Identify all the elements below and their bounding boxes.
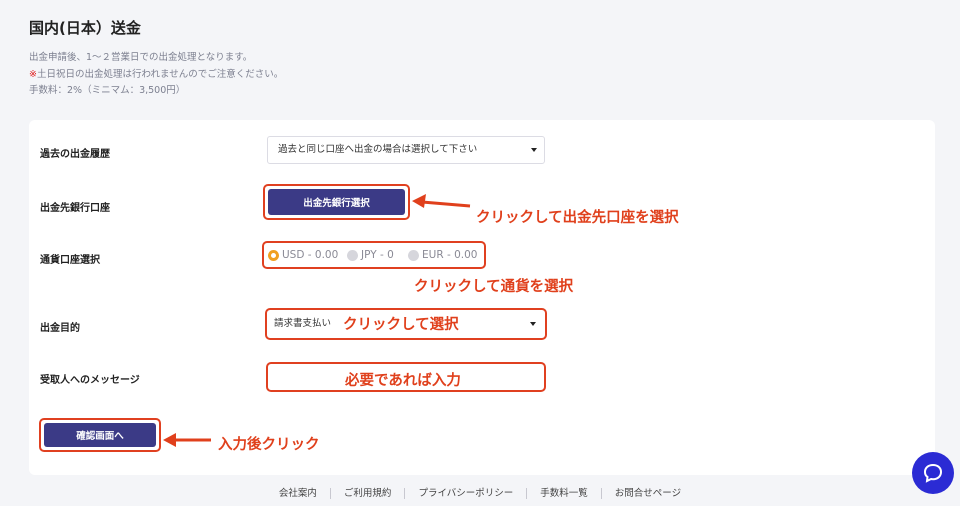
withdraw-form-card [29,120,935,475]
message-label: 受取人へのメッセージ [40,375,140,386]
note-processing-time: 出金申請後、1〜２営業日での出金処理となります。 [29,52,253,63]
purpose-annotation: クリックして選択 [343,317,459,333]
history-label: 過去の出金履歴 [40,149,110,160]
currency-option-eur[interactable]: EUR - 0.00 [408,249,477,261]
footer-link-company[interactable]: 会社案内 [266,488,330,499]
footer-links: 会社案内 ご利用規約 プライバシーポリシー 手数料一覧 お問合せページ [0,488,960,499]
message-annotation: 必要であれば入力 [345,373,461,389]
purpose-label: 出金目的 [40,323,80,334]
footer-link-privacy[interactable]: プライバシーポリシー [404,488,526,499]
select-bank-button[interactable]: 出金先銀行選択 [268,189,405,215]
note-holiday: ※土日祝日の出金処理は行われませんのでご注意ください。 [29,67,283,84]
confirm-button[interactable]: 確認画面へ [44,423,156,447]
note-holiday-text: 土日祝日の出金処理は行われませんのでご注意ください。 [36,68,284,80]
currency-option-label: EUR - 0.00 [422,249,478,261]
chevron-down-icon [531,148,537,152]
arrow-left-icon [412,194,471,208]
notes: 出金申請後、1〜２営業日での出金処理となります。 ※土日祝日の出金処理は行われま… [29,50,283,100]
currency-option-label: USD - 0.00 [282,249,339,261]
currency-option-label: JPY - 0 [361,249,394,261]
radio-selected-icon [268,249,279,261]
currency-annotation: クリックして通貨を選択 [414,279,574,295]
bank-label: 出金先銀行口座 [40,203,110,214]
history-select[interactable]: 過去と同じ口座へ出金の場合は選択して下さい [267,136,545,164]
page-title: 国内(日本）送金 [29,19,141,37]
arrow-left-icon [163,433,211,447]
footer-link-fees[interactable]: 手数料一覧 [526,488,601,499]
footer-link-terms[interactable]: ご利用規約 [329,488,405,499]
chat-button[interactable] [912,452,954,494]
currency-label: 通貨口座選択 [40,255,100,266]
confirm-annotation: 入力後クリック [218,437,320,453]
radio-icon [408,249,419,261]
note-asterisk: ※ [29,68,37,80]
history-select-value: 過去と同じ口座へ出金の場合は選択して下さい [278,144,478,155]
purpose-select-value: 請求書支払い [274,318,332,329]
footer-link-contact[interactable]: お問合せページ [600,488,694,499]
currency-option-usd[interactable]: USD - 0.00 [268,249,338,261]
chat-bubble-icon [923,463,943,483]
radio-icon [347,249,358,261]
note-fee: 手数料：2%（ミニマム：3,500円） [29,85,186,96]
currency-option-jpy[interactable]: JPY - 0 [347,249,394,261]
bank-annotation: クリックして出金先口座を選択 [476,210,679,226]
chevron-down-icon [530,322,536,326]
